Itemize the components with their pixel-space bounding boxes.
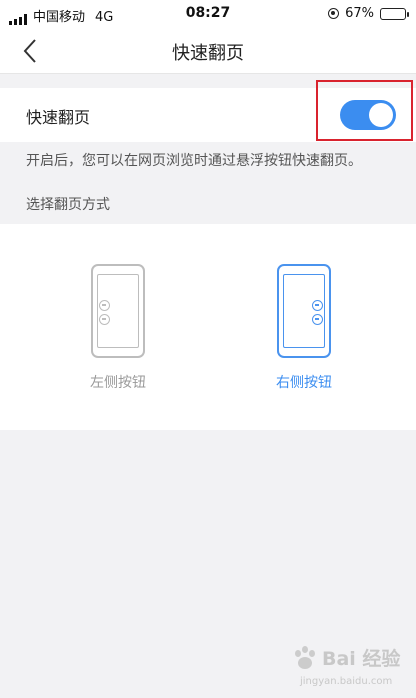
left-option-label: 左侧按钮 — [90, 375, 146, 391]
float-button-up-icon — [99, 300, 110, 311]
float-button-up-icon — [312, 300, 323, 311]
setting-label: 快速翻页 — [26, 108, 91, 127]
battery-percent: 67% — [345, 6, 374, 21]
nav-bar: 快速翻页 — [0, 28, 416, 74]
status-bar: 中国移动 4G 08:27 67% — [0, 0, 416, 28]
page-title: 快速翻页 — [172, 43, 244, 64]
float-button-down-icon — [312, 314, 323, 325]
battery-icon — [380, 7, 409, 20]
baidu-watermark: Bai 经验 — [292, 644, 400, 671]
setting-description: 开启后，您可以在网页浏览时通过悬浮按钮快速翻页。 — [26, 153, 362, 169]
phone-left-icon — [91, 264, 145, 358]
page-turn-options: 左侧按钮 右侧按钮 — [0, 224, 416, 430]
right-option-label: 右侧按钮 — [276, 375, 332, 391]
rotation-lock-icon — [328, 8, 340, 19]
phone-right-icon — [277, 264, 331, 358]
mode-section-label: 选择翻页方式 — [26, 197, 110, 213]
float-button-down-icon — [99, 314, 110, 325]
highlight-annotation-box — [316, 80, 413, 141]
right-button-option[interactable]: 右侧按钮 — [244, 264, 364, 404]
watermark-url: jingyan.baidu.com — [300, 676, 393, 687]
paw-logo-icon — [292, 645, 318, 671]
left-button-option[interactable]: 左侧按钮 — [58, 264, 178, 404]
watermark-brand: Bai 经验 — [322, 648, 401, 670]
status-right: 67% — [328, 6, 409, 21]
